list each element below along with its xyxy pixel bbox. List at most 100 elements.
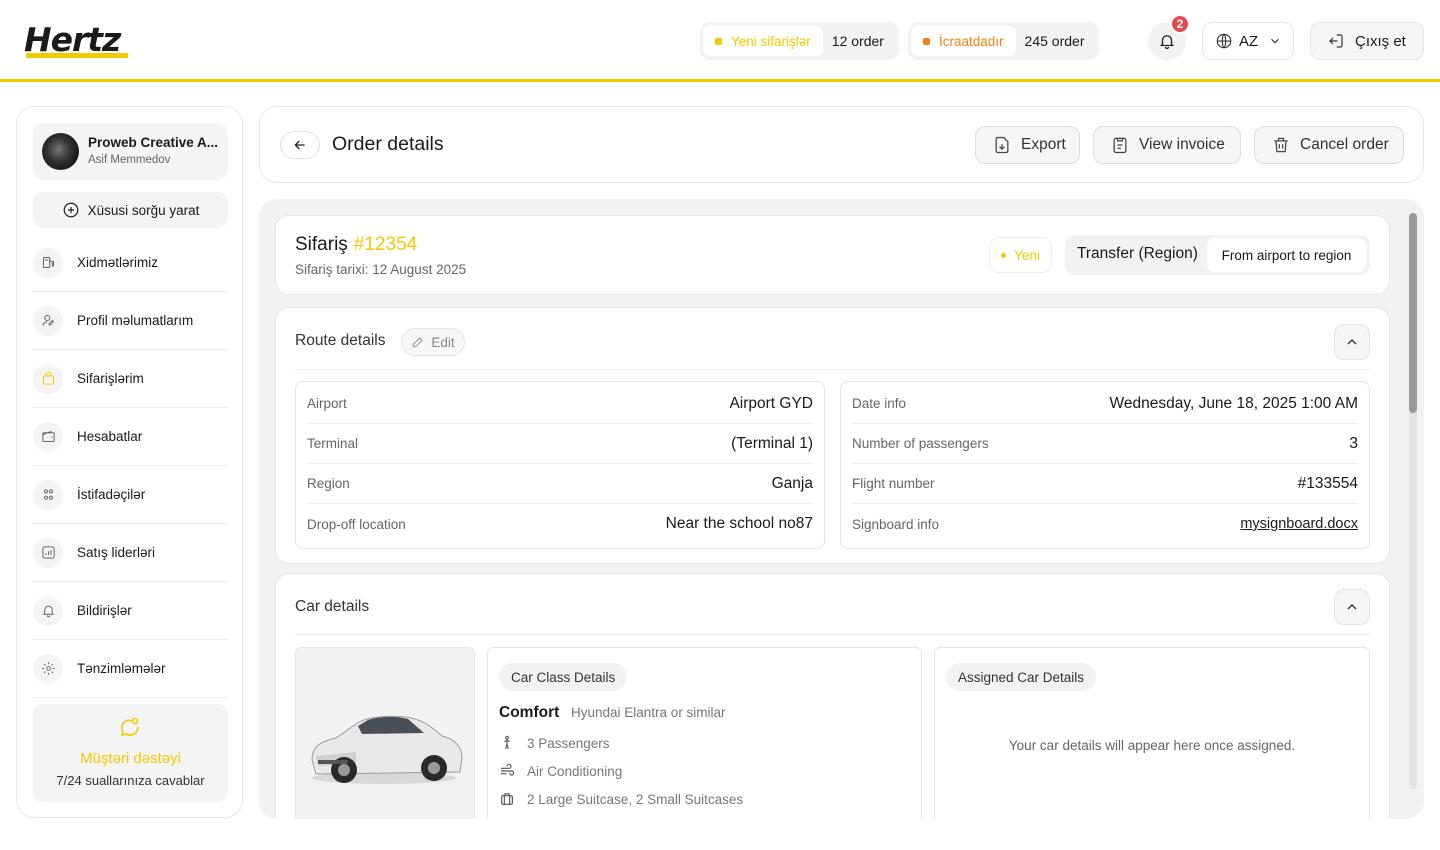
car-details-card: Car details Car Class Details Comfort Hy… xyxy=(275,573,1390,819)
special-request-button[interactable]: Xüsusi sorğu yarat xyxy=(33,192,228,228)
hertz-logo[interactable]: Hertz xyxy=(24,20,128,59)
chevron-up-icon xyxy=(1347,604,1357,610)
trash-icon xyxy=(1274,137,1288,153)
wind-icon xyxy=(501,763,515,776)
sidebar-item-notifications[interactable]: Bildirişlər xyxy=(33,582,228,640)
sidebar-item-label: Xidmətlərimiz xyxy=(77,255,159,270)
collapse-car-button[interactable] xyxy=(1334,589,1370,625)
bell-icon xyxy=(33,595,63,626)
globe-icon xyxy=(1216,33,1232,49)
sidebar-item-settings[interactable]: Tənzimləmələr xyxy=(33,640,228,698)
bell-icon xyxy=(1160,35,1174,50)
users-icon xyxy=(33,479,63,510)
sidebar-item-label: Bildirişlər xyxy=(77,603,132,618)
in-progress-count: 245 order xyxy=(1024,33,1085,49)
route-details-card: Route details Edit Airport Airport GYD Te… xyxy=(275,307,1390,564)
special-request-label: Xüsusi sorğu yarat xyxy=(87,202,200,218)
edit-route-button[interactable]: Edit xyxy=(401,328,465,356)
scrollbar-thumb[interactable] xyxy=(1409,213,1417,413)
sidebar: Proweb Creative A... Asif Memmedov Xüsus… xyxy=(16,106,243,818)
sidebar-item-label: Tənzimləmələr xyxy=(77,661,166,676)
sidebar-item-users[interactable]: İstifadəçilər xyxy=(33,466,228,524)
transfer-type-label: Transfer (Region) xyxy=(1077,245,1198,262)
info-row-passengers: Number of passengers 3 xyxy=(852,424,1358,464)
chart-icon xyxy=(33,537,63,568)
order-content: Sifariş #12354 Sifariş tarixi: 12 August … xyxy=(259,199,1424,819)
in-progress-label: İcraatdadır xyxy=(939,33,1004,49)
sidebar-item-label: İstifadəçilər xyxy=(77,487,146,502)
transfer-direction: From airport to region xyxy=(1207,238,1366,272)
logout-label: Çıxış et xyxy=(1355,32,1406,50)
chevron-up-icon xyxy=(1347,339,1357,345)
in-progress-dot xyxy=(923,37,930,45)
in-progress-stat[interactable]: İcraatdadır 245 order xyxy=(908,22,1100,60)
language-label: AZ xyxy=(1239,32,1259,50)
sidebar-item-profile[interactable]: Profil məlumatlarım xyxy=(33,292,228,350)
profile-company-name: Proweb Creative A... xyxy=(88,135,219,150)
signboard-file-link[interactable]: mysignboard.docx xyxy=(1240,516,1358,532)
pencil-icon xyxy=(413,337,424,348)
sidebar-item-services[interactable]: Xidmətlərimiz xyxy=(33,234,228,292)
gear-icon xyxy=(33,653,63,684)
logout-button[interactable]: Çıxış et xyxy=(1310,22,1424,60)
status-badge: Yeni xyxy=(989,237,1052,273)
assigned-car-box: Assigned Car Details Your car details wi… xyxy=(934,647,1370,819)
car-class-chip: Car Class Details xyxy=(499,663,628,691)
avatar xyxy=(42,133,79,170)
order-summary-card: Sifariş #12354 Sifariş tarixi: 12 August … xyxy=(275,215,1390,295)
info-row-date: Date info Wednesday, June 18, 2025 1:00 A… xyxy=(852,384,1358,424)
sidebar-item-sales-leaders[interactable]: Satış liderləri xyxy=(33,524,228,582)
notifications-badge: 2 xyxy=(1170,14,1190,34)
sidebar-item-reports[interactable]: Hesabatlar xyxy=(33,408,228,466)
car-details-title: Car details xyxy=(295,598,370,615)
car-class-name: Comfort xyxy=(499,704,560,721)
sidebar-item-orders[interactable]: Sifarişlərim xyxy=(33,350,228,408)
new-orders-stat[interactable]: Yeni sifarişlər 12 order xyxy=(700,22,899,60)
info-row-airport: Airport Airport GYD xyxy=(307,384,813,424)
assigned-car-message: Your car details will appear here once a… xyxy=(1008,738,1296,753)
support-subtitle: 7/24 suallarınıza cavablar xyxy=(56,773,205,788)
page-title: Order details xyxy=(332,133,444,155)
plus-circle-icon xyxy=(63,202,78,218)
car-image xyxy=(295,647,475,819)
transfer-type: Transfer (Region) From airport to region xyxy=(1065,235,1370,275)
route-left-box: Airport Airport GYD Terminal (Terminal 1) … xyxy=(295,381,825,549)
info-row-dropoff: Drop-off location Near the school no87 xyxy=(307,515,813,532)
export-button[interactable]: Export xyxy=(975,126,1080,164)
feature-air-conditioning: Air Conditioning xyxy=(499,763,622,779)
sidebar-item-label: Satış liderləri xyxy=(77,545,156,560)
language-selector[interactable]: AZ xyxy=(1202,22,1294,60)
profile-card[interactable]: Proweb Creative A... Asif Memmedov xyxy=(33,123,228,180)
cancel-order-button[interactable]: Cancel order xyxy=(1254,126,1404,164)
wallet-icon xyxy=(33,421,63,452)
view-invoice-button[interactable]: View invoice xyxy=(1093,126,1241,164)
view-invoice-label: View invoice xyxy=(1139,136,1225,153)
route-details-title: Route details xyxy=(295,332,386,349)
info-row-flight: Flight number #133554 xyxy=(852,464,1358,504)
back-button[interactable] xyxy=(280,131,320,159)
feature-passengers: 3 Passengers xyxy=(499,735,610,751)
order-number: #12354 xyxy=(353,234,418,255)
person-icon xyxy=(504,735,510,750)
support-title: Müştəri dəstəyi xyxy=(80,750,181,767)
bag-icon xyxy=(33,363,63,394)
export-label: Export xyxy=(1021,136,1066,153)
support-chat-icon xyxy=(120,717,139,737)
arrow-left-icon xyxy=(294,140,305,150)
sidebar-item-label: Sifarişlərim xyxy=(77,371,144,386)
route-right-box: Date info Wednesday, June 18, 2025 1:00 A… xyxy=(840,381,1370,549)
order-title: Sifariş #12354 xyxy=(295,234,418,255)
profile-user-name: Asif Memmedov xyxy=(88,154,171,166)
sidebar-item-label: Hesabatlar xyxy=(77,429,143,444)
suitcase-icon xyxy=(501,793,513,805)
car-class-model: Hyundai Elantra or similar xyxy=(571,705,726,720)
collapse-route-button[interactable] xyxy=(1334,324,1370,360)
logout-icon xyxy=(1329,34,1343,48)
new-orders-count: 12 order xyxy=(831,33,884,49)
chevron-down-icon xyxy=(1271,38,1280,44)
feature-luggage: 2 Large Suitcase, 2 Small Suitcases xyxy=(499,791,743,807)
top-header: Hertz Yeni sifarişlər 12 order İcraatdad… xyxy=(0,0,1440,82)
customer-support-card[interactable]: Müştəri dəstəyi 7/24 suallarınıza cavabl… xyxy=(33,704,228,802)
page-title-bar: Order details Export View invoice Cancel… xyxy=(259,106,1424,183)
clipboard-icon xyxy=(1113,137,1127,154)
